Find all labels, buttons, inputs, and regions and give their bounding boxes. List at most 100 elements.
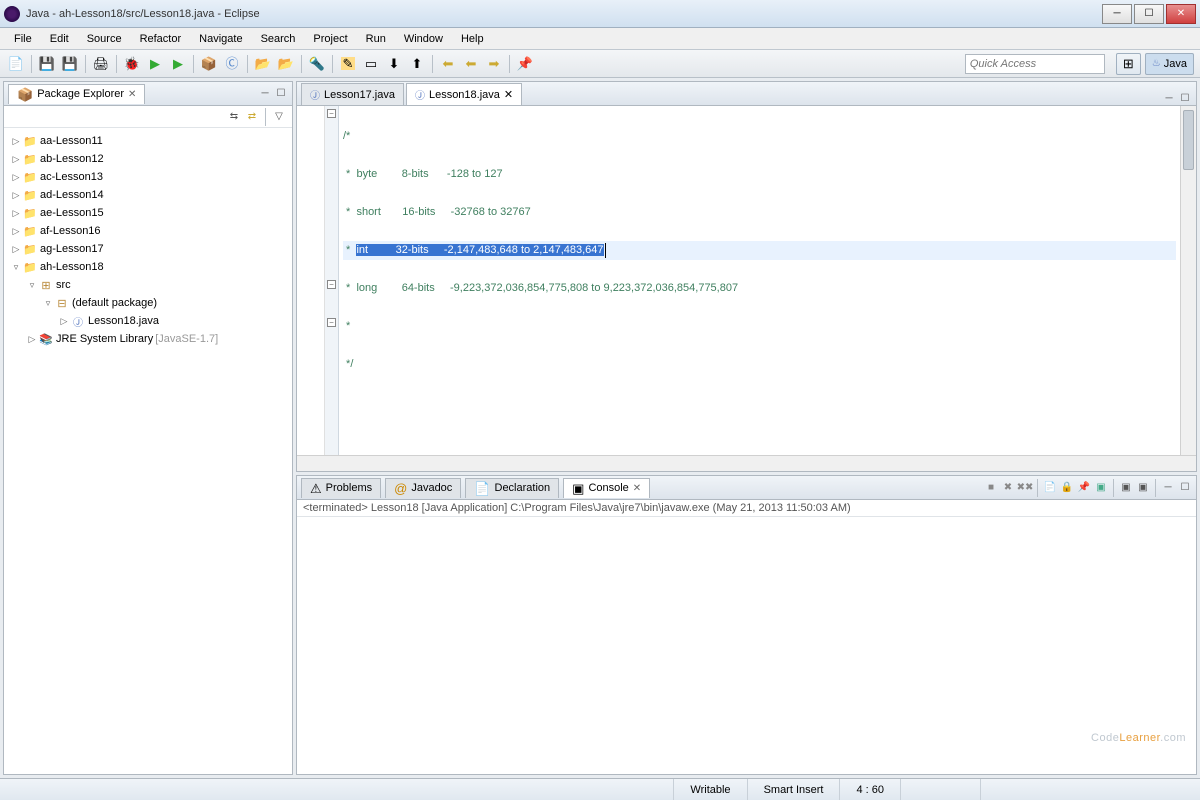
maximize-view-button[interactable]: ☐ bbox=[274, 87, 288, 101]
window-title: Java - ah-Lesson18/src/Lesson18.java - E… bbox=[26, 8, 1102, 20]
pin-console-button[interactable]: 📌 bbox=[1077, 481, 1091, 495]
editor-fold-gutter[interactable]: − − − bbox=[325, 106, 339, 455]
package-explorer-icon: 📦 bbox=[17, 88, 33, 101]
bottom-panel: ⚠Problems @Javadoc 📄Declaration ▣Console… bbox=[296, 475, 1197, 775]
prev-annotation-button[interactable]: ⬆ bbox=[407, 54, 427, 74]
minimize-view-button[interactable]: ─ bbox=[1162, 91, 1176, 105]
close-icon[interactable]: ✕ bbox=[128, 89, 136, 100]
last-edit-button[interactable]: ⬅ bbox=[438, 54, 458, 74]
close-icon[interactable]: ✕ bbox=[633, 483, 641, 494]
back-button[interactable]: ⬅ bbox=[461, 54, 481, 74]
annotation-button[interactable]: ▭ bbox=[361, 54, 381, 74]
tree-item-jre[interactable]: ▷📚JRE System Library[JavaSE-1.7] bbox=[6, 330, 290, 348]
menu-refactor[interactable]: Refactor bbox=[132, 31, 190, 47]
menu-navigate[interactable]: Navigate bbox=[191, 31, 250, 47]
status-insert-mode: Smart Insert bbox=[747, 779, 840, 800]
new-console-button[interactable]: ▣ bbox=[1136, 481, 1150, 495]
display-selected-button[interactable]: ▣ bbox=[1094, 481, 1108, 495]
menu-help[interactable]: Help bbox=[453, 31, 492, 47]
new-package-button[interactable]: 📦 bbox=[199, 54, 219, 74]
new-class-button[interactable]: Ⓒ bbox=[222, 54, 242, 74]
tree-item-project[interactable]: ▷📁ad-Lesson14 bbox=[6, 186, 290, 204]
menu-file[interactable]: File bbox=[6, 31, 40, 47]
run-button[interactable]: ▶ bbox=[145, 54, 165, 74]
maximize-view-button[interactable]: ☐ bbox=[1178, 481, 1192, 495]
menu-search[interactable]: Search bbox=[253, 31, 304, 47]
maximize-button[interactable]: ☐ bbox=[1134, 4, 1164, 24]
java-file-icon: Ⓙ bbox=[415, 87, 425, 102]
problems-tab[interactable]: ⚠Problems bbox=[301, 478, 381, 498]
clear-console-button[interactable]: 📄 bbox=[1043, 481, 1057, 495]
remove-all-button[interactable]: ✖✖ bbox=[1018, 481, 1032, 495]
editor-tab-active[interactable]: Ⓙ Lesson18.java ✕ bbox=[406, 83, 522, 105]
open-task-button[interactable]: 📂 bbox=[276, 54, 296, 74]
editor-tab-inactive[interactable]: Ⓙ Lesson17.java bbox=[301, 83, 404, 105]
tree-item-package[interactable]: ▿⊟(default package) bbox=[6, 294, 290, 312]
status-writable: Writable bbox=[673, 779, 746, 800]
declaration-tab[interactable]: 📄Declaration bbox=[465, 478, 559, 498]
save-all-button[interactable]: 💾 bbox=[60, 54, 80, 74]
maximize-view-button[interactable]: ☐ bbox=[1178, 91, 1192, 105]
console-tab[interactable]: ▣Console✕ bbox=[563, 478, 650, 498]
fold-toggle[interactable]: − bbox=[327, 109, 336, 118]
quick-access-input[interactable] bbox=[965, 54, 1105, 74]
tree-item-project[interactable]: ▷📁af-Lesson16 bbox=[6, 222, 290, 240]
javadoc-tab[interactable]: @Javadoc bbox=[385, 478, 461, 498]
java-perspective-button[interactable]: ♨Java bbox=[1145, 53, 1194, 75]
workspace: 📦 Package Explorer ✕ ─ ☐ ⇆ ⇄ ▽ ▷📁aa-Less… bbox=[0, 78, 1200, 778]
problems-icon: ⚠ bbox=[310, 482, 322, 495]
open-type-button[interactable]: 📂 bbox=[253, 54, 273, 74]
view-menu-button[interactable]: ▽ bbox=[272, 110, 286, 124]
open-console-button[interactable]: ▣ bbox=[1119, 481, 1133, 495]
minimize-view-button[interactable]: ─ bbox=[258, 87, 272, 101]
new-button[interactable]: 📄 bbox=[6, 54, 26, 74]
terminate-button[interactable]: ■ bbox=[984, 481, 998, 495]
menu-window[interactable]: Window bbox=[396, 31, 451, 47]
open-perspective-button[interactable]: ⊞ bbox=[1116, 53, 1141, 75]
package-explorer-tab[interactable]: 📦 Package Explorer ✕ bbox=[8, 84, 145, 104]
tree-item-project[interactable]: ▷📁ab-Lesson12 bbox=[6, 150, 290, 168]
editor-horizontal-scroll[interactable] bbox=[297, 455, 1196, 471]
fold-toggle[interactable]: − bbox=[327, 280, 336, 289]
menu-run[interactable]: Run bbox=[358, 31, 394, 47]
editor-line-gutter[interactable] bbox=[297, 106, 325, 455]
scroll-lock-button[interactable]: 🔒 bbox=[1060, 481, 1074, 495]
collapse-all-button[interactable]: ⇆ bbox=[227, 110, 241, 124]
menu-edit[interactable]: Edit bbox=[42, 31, 77, 47]
debug-button[interactable]: 🐞 bbox=[122, 54, 142, 74]
statusbar: Writable Smart Insert 4 : 60 bbox=[0, 778, 1200, 800]
minimize-view-button[interactable]: ─ bbox=[1161, 481, 1175, 495]
tree-item-project[interactable]: ▷📁aa-Lesson11 bbox=[6, 132, 290, 150]
console-output[interactable]: CodeLearner.com bbox=[297, 517, 1196, 774]
menu-project[interactable]: Project bbox=[305, 31, 355, 47]
console-status-line: <terminated> Lesson18 [Java Application]… bbox=[297, 500, 1196, 517]
editor-vertical-scroll[interactable] bbox=[1180, 106, 1196, 455]
fold-toggle[interactable]: − bbox=[327, 318, 336, 327]
java-file-icon: Ⓙ bbox=[310, 87, 320, 102]
minimize-button[interactable]: ─ bbox=[1102, 4, 1132, 24]
forward-button[interactable]: ➡ bbox=[484, 54, 504, 74]
tree-item-project-expanded[interactable]: ▿📁ah-Lesson18 bbox=[6, 258, 290, 276]
save-button[interactable]: 💾 bbox=[37, 54, 57, 74]
eclipse-icon bbox=[4, 6, 20, 22]
pin-button[interactable]: 📌 bbox=[515, 54, 535, 74]
watermark: CodeLearner.com bbox=[1091, 720, 1186, 748]
project-tree[interactable]: ▷📁aa-Lesson11 ▷📁ab-Lesson12 ▷📁ac-Lesson1… bbox=[4, 128, 292, 774]
remove-launch-button[interactable]: ✖ bbox=[1001, 481, 1015, 495]
tree-item-project[interactable]: ▷📁ae-Lesson15 bbox=[6, 204, 290, 222]
run-last-button[interactable]: ▶ bbox=[168, 54, 188, 74]
print-button[interactable]: 🖨 bbox=[91, 54, 111, 74]
code-editor[interactable]: /* * byte 8-bits -128 to 127 * short 16-… bbox=[339, 106, 1180, 455]
link-editor-button[interactable]: ⇄ bbox=[245, 110, 259, 124]
tree-item-project[interactable]: ▷📁ac-Lesson13 bbox=[6, 168, 290, 186]
tree-item-src[interactable]: ▿⊞src bbox=[6, 276, 290, 294]
tree-item-project[interactable]: ▷📁ag-Lesson17 bbox=[6, 240, 290, 258]
status-cursor-position: 4 : 60 bbox=[839, 779, 900, 800]
toggle-mark-button[interactable]: ✎ bbox=[338, 54, 358, 74]
close-button[interactable]: ✕ bbox=[1166, 4, 1196, 24]
tree-item-file[interactable]: ▷ⒿLesson18.java bbox=[6, 312, 290, 330]
search-button[interactable]: 🔦 bbox=[307, 54, 327, 74]
menu-source[interactable]: Source bbox=[79, 31, 130, 47]
close-icon[interactable]: ✕ bbox=[504, 88, 513, 101]
next-annotation-button[interactable]: ⬇ bbox=[384, 54, 404, 74]
